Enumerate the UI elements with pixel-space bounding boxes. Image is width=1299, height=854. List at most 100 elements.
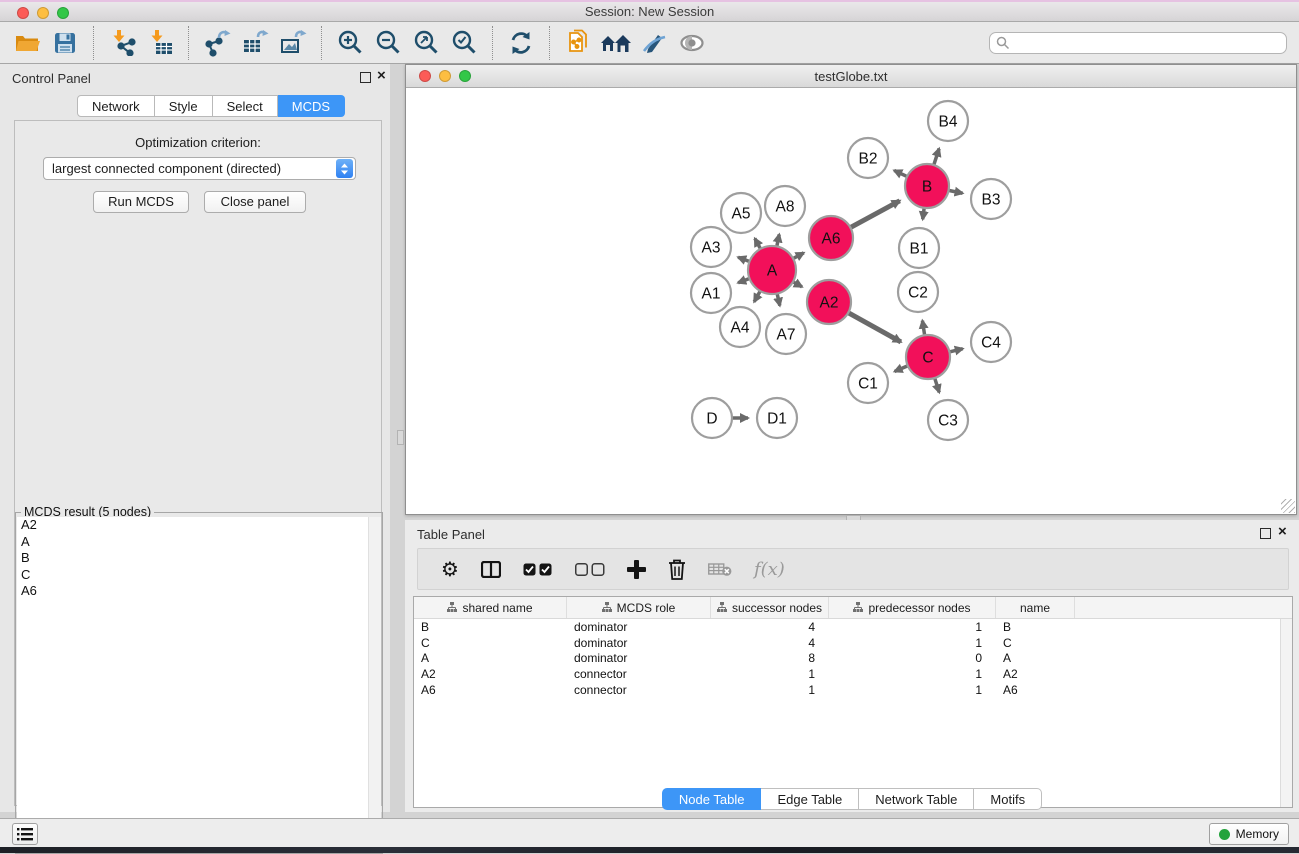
open-file-icon[interactable] bbox=[11, 27, 43, 59]
tab-edge-table[interactable]: Edge Table bbox=[761, 788, 859, 810]
table-row[interactable]: Cdominator41C bbox=[414, 635, 1280, 651]
table-row[interactable]: A6connector11A6 bbox=[414, 682, 1280, 698]
graph-node-A1[interactable]: A1 bbox=[691, 273, 731, 313]
deselect-all-icon[interactable] bbox=[575, 563, 605, 576]
graph-node-A7[interactable]: A7 bbox=[766, 314, 806, 354]
search-input[interactable] bbox=[1014, 36, 1280, 50]
search-box[interactable] bbox=[989, 32, 1287, 54]
home-view-icon[interactable] bbox=[600, 27, 632, 59]
tab-node-table[interactable]: Node Table bbox=[662, 788, 762, 810]
delete-table-icon[interactable] bbox=[708, 562, 732, 577]
resize-grip[interactable] bbox=[1281, 499, 1295, 513]
table-row[interactable]: Adominator80A bbox=[414, 650, 1280, 666]
tab-mcds[interactable]: MCDS bbox=[278, 95, 345, 117]
zoom-fit-icon[interactable] bbox=[410, 27, 442, 59]
graph-node-C[interactable]: C bbox=[906, 335, 950, 379]
graph-node-A2[interactable]: A2 bbox=[807, 280, 851, 324]
network-canvas[interactable]: AA1A2A3A4A5A6A7A8BB1B2B3B4CC1C2C3C4DD1 bbox=[406, 88, 1296, 514]
graph-node-A4[interactable]: A4 bbox=[720, 307, 760, 347]
table-header-row[interactable]: shared nameMCDS rolesuccessor nodesprede… bbox=[414, 597, 1292, 619]
graph-node-A6[interactable]: A6 bbox=[809, 216, 853, 260]
graph-node-C4[interactable]: C4 bbox=[971, 322, 1011, 362]
graph-edge-A2-C[interactable] bbox=[848, 313, 901, 342]
column-header-predecessor-nodes[interactable]: predecessor nodes bbox=[829, 597, 996, 618]
graph-edge-A-A6[interactable] bbox=[793, 253, 804, 259]
close-panel-button[interactable]: Close panel bbox=[204, 191, 306, 213]
export-network-icon[interactable] bbox=[201, 27, 233, 59]
graph-edge-C-C1[interactable] bbox=[895, 366, 908, 372]
graph-edge-A-A4[interactable] bbox=[754, 291, 760, 302]
delete-column-icon[interactable] bbox=[668, 559, 686, 580]
table-row[interactable]: Bdominator41B bbox=[414, 619, 1280, 635]
column-header-shared-name[interactable]: shared name bbox=[414, 597, 567, 618]
tab-style[interactable]: Style bbox=[155, 95, 213, 117]
tab-select[interactable]: Select bbox=[213, 95, 278, 117]
graph-node-B[interactable]: B bbox=[905, 164, 949, 208]
tab-network-table[interactable]: Network Table bbox=[859, 788, 974, 810]
run-mcds-button[interactable]: Run MCDS bbox=[93, 191, 189, 213]
add-column-icon[interactable] bbox=[627, 560, 646, 579]
graph-node-A8[interactable]: A8 bbox=[765, 186, 805, 226]
float-panel-icon[interactable] bbox=[360, 72, 371, 83]
memory-button[interactable]: Memory bbox=[1209, 823, 1289, 845]
graph-node-C1[interactable]: C1 bbox=[848, 363, 888, 403]
annotation-hide-icon[interactable] bbox=[638, 27, 670, 59]
vertical-divider-handle[interactable] bbox=[397, 430, 404, 445]
column-header-successor-nodes[interactable]: successor nodes bbox=[711, 597, 829, 618]
graph-node-A5[interactable]: A5 bbox=[721, 193, 761, 233]
result-list-item[interactable]: B bbox=[17, 550, 368, 567]
settings-icon[interactable]: ⚙ bbox=[441, 557, 459, 581]
graph-edge-C-C4[interactable] bbox=[949, 349, 962, 352]
graph-edge-A-A5[interactable] bbox=[755, 238, 761, 248]
task-history-button[interactable] bbox=[12, 823, 38, 845]
graph-edge-A-A7[interactable] bbox=[777, 293, 780, 305]
graph-node-C2[interactable]: C2 bbox=[898, 272, 938, 312]
column-header-name[interactable]: name bbox=[996, 597, 1075, 618]
graph-node-B2[interactable]: B2 bbox=[848, 138, 888, 178]
table-scrollbar[interactable] bbox=[1280, 619, 1292, 807]
graph-node-A[interactable]: A bbox=[748, 246, 796, 294]
graph-node-D[interactable]: D bbox=[692, 398, 732, 438]
graph-node-A3[interactable]: A3 bbox=[691, 227, 731, 267]
graph-edge-A6-B[interactable] bbox=[850, 201, 899, 228]
graph-node-C3[interactable]: C3 bbox=[928, 400, 968, 440]
zoom-selected-icon[interactable] bbox=[448, 27, 480, 59]
graph-edge-A-A2[interactable] bbox=[793, 282, 802, 287]
split-view-icon[interactable] bbox=[481, 561, 501, 578]
zoom-in-icon[interactable] bbox=[334, 27, 366, 59]
result-list-item[interactable]: A2 bbox=[17, 517, 368, 534]
save-session-icon[interactable] bbox=[49, 27, 81, 59]
import-table-icon[interactable] bbox=[144, 27, 176, 59]
graph-node-B1[interactable]: B1 bbox=[899, 228, 939, 268]
tab-network[interactable]: Network bbox=[77, 95, 155, 117]
table-row[interactable]: A2connector11A2 bbox=[414, 666, 1280, 682]
zoom-out-icon[interactable] bbox=[372, 27, 404, 59]
result-scrollbar[interactable] bbox=[368, 517, 381, 852]
graph-edge-B-B3[interactable] bbox=[949, 190, 963, 193]
graph-edge-B-B4[interactable] bbox=[934, 149, 939, 165]
graph-edge-C-C2[interactable] bbox=[922, 321, 924, 336]
export-table-icon[interactable] bbox=[239, 27, 271, 59]
select-all-icon[interactable] bbox=[523, 563, 553, 576]
float-table-panel-icon[interactable] bbox=[1260, 528, 1271, 539]
graph-edge-B-B1[interactable] bbox=[923, 208, 924, 219]
network-window-titlebar[interactable]: testGlobe.txt bbox=[406, 65, 1296, 88]
graph-edge-A-A3[interactable] bbox=[738, 257, 749, 261]
tab-motifs[interactable]: Motifs bbox=[974, 788, 1042, 810]
table-body[interactable]: Bdominator41BCdominator41CAdominator80AA… bbox=[414, 619, 1280, 807]
close-panel-icon[interactable]: × bbox=[377, 67, 386, 85]
result-list-item[interactable]: C bbox=[17, 567, 368, 584]
graph-edge-A-A8[interactable] bbox=[777, 234, 779, 246]
graph-node-B3[interactable]: B3 bbox=[971, 179, 1011, 219]
export-image-icon[interactable] bbox=[277, 27, 309, 59]
network-document-icon[interactable] bbox=[562, 27, 594, 59]
criterion-dropdown[interactable]: largest connected component (directed) bbox=[43, 157, 356, 180]
graph-edge-C-C3[interactable] bbox=[935, 378, 940, 392]
graph-node-D1[interactable]: D1 bbox=[757, 398, 797, 438]
graph-edge-B-B2[interactable] bbox=[894, 170, 907, 176]
show-hide-graphics-icon[interactable] bbox=[676, 27, 708, 59]
refresh-layout-icon[interactable] bbox=[505, 27, 537, 59]
result-list-item[interactable]: A6 bbox=[17, 583, 368, 600]
import-network-icon[interactable] bbox=[106, 27, 138, 59]
mcds-result-list[interactable]: A2ABCA6 bbox=[17, 517, 368, 852]
